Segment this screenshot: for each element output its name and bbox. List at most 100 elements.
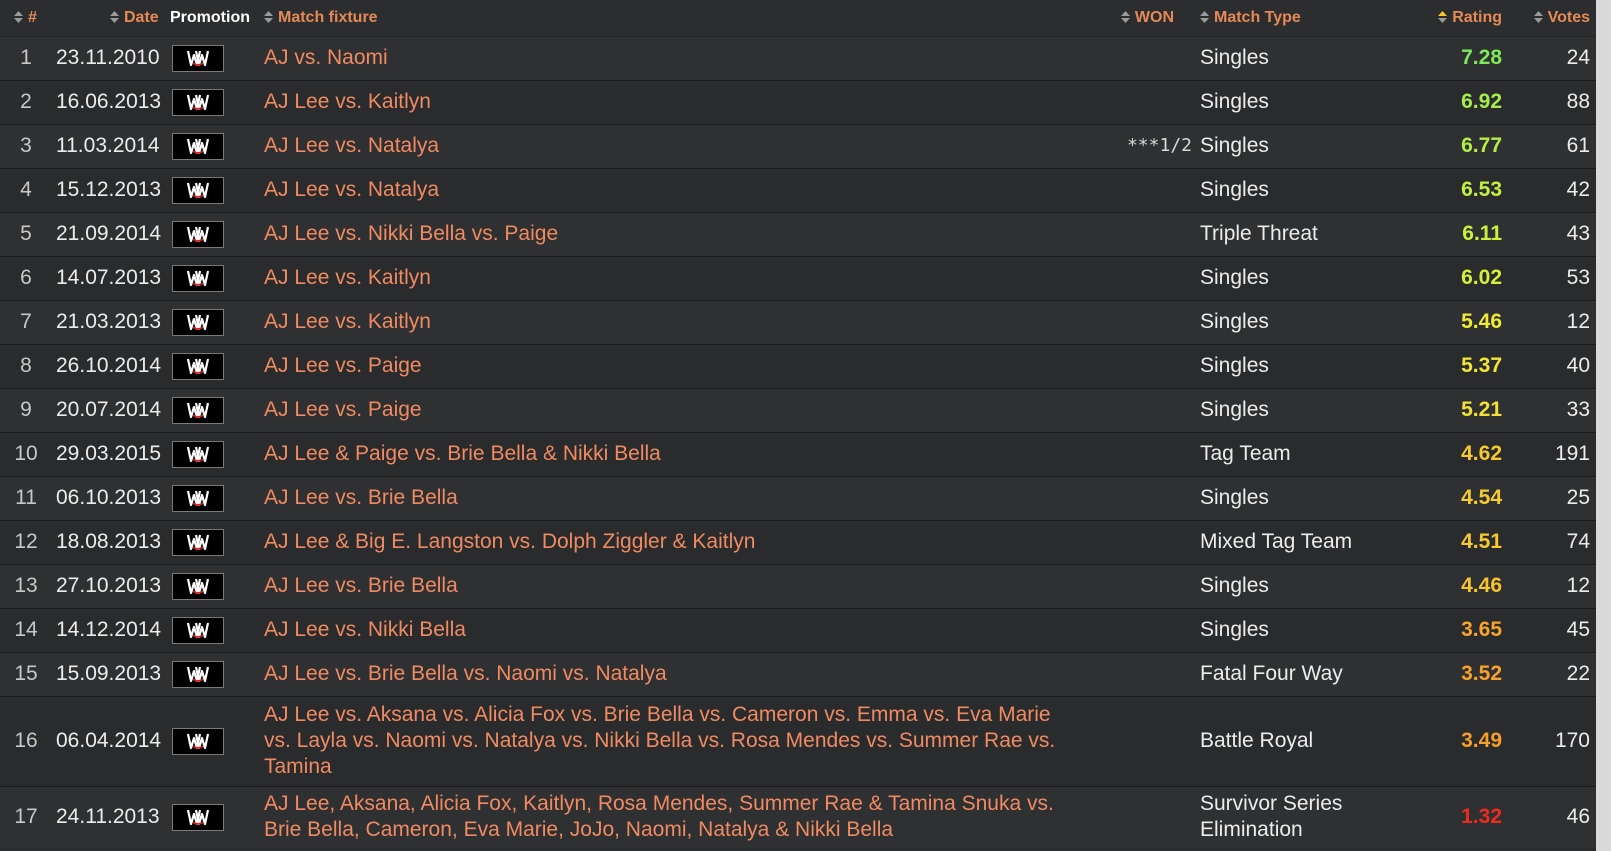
match-fixture-link[interactable]: AJ Lee vs. Paige	[260, 344, 1080, 388]
match-fixture-link[interactable]: AJ Lee vs. Natalya	[260, 124, 1080, 168]
match-type: Singles	[1200, 486, 1269, 509]
col-header-date-label: Date	[124, 8, 159, 26]
table-row[interactable]: 16 06.04.2014 AJ Lee vs. Aksana vs. Alic…	[0, 696, 1596, 786]
match-fixture-link[interactable]: AJ Lee vs. Brie Bella vs. Naomi vs. Nata…	[260, 652, 1080, 696]
col-header-fixture[interactable]: Match fixture	[260, 0, 1080, 37]
table-row[interactable]: 15 15.09.2013 AJ Lee vs. Brie Bella vs. …	[0, 652, 1596, 696]
col-header-num[interactable]: #	[0, 0, 52, 37]
sort-icon	[1120, 10, 1130, 23]
table-row[interactable]: 13 27.10.2013 AJ Lee vs. Brie Bella Sing…	[0, 564, 1596, 608]
wwe-logo-icon[interactable]	[172, 352, 224, 380]
wwe-logo-icon[interactable]	[172, 616, 224, 644]
wwe-logo-icon[interactable]	[172, 484, 224, 512]
row-number: 6	[20, 266, 32, 289]
col-header-type-label: Match Type	[1214, 8, 1301, 26]
promotion-cell	[166, 786, 260, 848]
wwe-logo-icon[interactable]	[172, 132, 224, 160]
table-row[interactable]: 11 06.10.2013 AJ Lee vs. Brie Bella Sing…	[0, 476, 1596, 520]
match-type: Singles	[1200, 354, 1269, 377]
match-fixture-link[interactable]: AJ Lee, Aksana, Alicia Fox, Kaitlyn, Ros…	[260, 786, 1080, 848]
match-date: 29.03.2015	[56, 442, 162, 465]
wwe-logo-icon[interactable]	[172, 440, 224, 468]
promotion-cell	[166, 520, 260, 564]
match-fixture-link[interactable]: AJ Lee vs. Kaitlyn	[260, 256, 1080, 300]
table-row[interactable]: 14 14.12.2014 AJ Lee vs. Nikki Bella Sin…	[0, 608, 1596, 652]
col-header-type[interactable]: Match Type	[1196, 0, 1410, 37]
won-rating	[1080, 564, 1196, 608]
won-rating	[1080, 786, 1196, 848]
wwe-logo-icon[interactable]	[172, 88, 224, 116]
match-date: 15.12.2013	[56, 178, 162, 201]
table-row[interactable]: 8 26.10.2014 AJ Lee vs. Paige Singles 5.…	[0, 344, 1596, 388]
wwe-logo-icon[interactable]	[172, 660, 224, 688]
match-table: # Date Promotion Match fixture WON Match…	[0, 0, 1596, 848]
match-fixture-link[interactable]: AJ Lee & Paige vs. Brie Bella & Nikki Be…	[260, 432, 1080, 476]
table-row[interactable]: 4 15.12.2013 AJ Lee vs. Natalya Singles …	[0, 168, 1596, 212]
match-fixture-link[interactable]: AJ Lee vs. Brie Bella	[260, 564, 1080, 608]
won-rating	[1080, 608, 1196, 652]
won-rating	[1080, 696, 1196, 786]
table-row[interactable]: 9 20.07.2014 AJ Lee vs. Paige Singles 5.…	[0, 388, 1596, 432]
col-header-num-label: #	[28, 8, 37, 26]
wwe-logo-icon[interactable]	[172, 528, 224, 556]
row-number: 5	[20, 222, 32, 245]
promotion-cell	[166, 388, 260, 432]
user-rating: 4.46	[1461, 574, 1502, 597]
wwe-logo-icon[interactable]	[172, 264, 224, 292]
match-date: 14.07.2013	[56, 266, 162, 289]
col-header-won[interactable]: WON	[1080, 0, 1196, 37]
col-header-date[interactable]: Date	[52, 0, 166, 37]
match-fixture-link[interactable]: AJ Lee & Big E. Langston vs. Dolph Ziggl…	[260, 520, 1080, 564]
row-number: 10	[14, 442, 38, 465]
table-row[interactable]: 10 29.03.2015 AJ Lee & Paige vs. Brie Be…	[0, 432, 1596, 476]
table-row[interactable]: 5 21.09.2014 AJ Lee vs. Nikki Bella vs. …	[0, 212, 1596, 256]
table-row[interactable]: 6 14.07.2013 AJ Lee vs. Kaitlyn Singles …	[0, 256, 1596, 300]
match-date: 15.09.2013	[56, 662, 162, 685]
wwe-logo-icon[interactable]	[172, 220, 224, 248]
match-date: 20.07.2014	[56, 398, 162, 421]
row-number: 9	[20, 398, 32, 421]
match-fixture-link[interactable]: AJ Lee vs. Brie Bella	[260, 476, 1080, 520]
match-fixture-link[interactable]: AJ Lee vs. Kaitlyn	[260, 80, 1080, 124]
scrollbar[interactable]	[1596, 0, 1611, 851]
table-row[interactable]: 2 16.06.2013 AJ Lee vs. Kaitlyn Singles …	[0, 80, 1596, 124]
table-row[interactable]: 17 24.11.2013 AJ Lee, Aksana, Alicia Fox…	[0, 786, 1596, 848]
match-fixture-link[interactable]: AJ Lee vs. Paige	[260, 388, 1080, 432]
wwe-logo-icon[interactable]	[172, 44, 224, 72]
match-fixture-link[interactable]: AJ Lee vs. Natalya	[260, 168, 1080, 212]
col-header-rating[interactable]: Rating	[1410, 0, 1510, 37]
row-number: 4	[20, 178, 32, 201]
match-fixture-link[interactable]: AJ Lee vs. Nikki Bella	[260, 608, 1080, 652]
match-fixture-link[interactable]: AJ Lee vs. Kaitlyn	[260, 300, 1080, 344]
col-header-rating-label: Rating	[1452, 8, 1502, 26]
match-type: Singles	[1200, 618, 1269, 641]
row-number: 16	[14, 729, 38, 752]
table-row[interactable]: 1 23.11.2010 AJ vs. Naomi Singles 7.28 2…	[0, 36, 1596, 80]
match-date: 06.04.2014	[56, 729, 162, 752]
vote-count: 170	[1554, 729, 1590, 752]
match-date: 21.03.2013	[56, 310, 162, 333]
match-fixture-link[interactable]: AJ Lee vs. Aksana vs. Alicia Fox vs. Bri…	[260, 696, 1080, 786]
table-row[interactable]: 12 18.08.2013 AJ Lee & Big E. Langston v…	[0, 520, 1596, 564]
promotion-cell	[166, 256, 260, 300]
table-row[interactable]: 7 21.03.2013 AJ Lee vs. Kaitlyn Singles …	[0, 300, 1596, 344]
row-number: 8	[20, 354, 32, 377]
match-type: Singles	[1200, 266, 1269, 289]
wwe-logo-icon[interactable]	[172, 396, 224, 424]
wwe-logo-icon[interactable]	[172, 727, 224, 755]
table-row[interactable]: 3 11.03.2014 AJ Lee vs. Natalya ***1/2 S…	[0, 124, 1596, 168]
wwe-logo-icon[interactable]	[172, 176, 224, 204]
match-fixture-link[interactable]: AJ vs. Naomi	[260, 36, 1080, 80]
wwe-logo-icon[interactable]	[172, 803, 224, 831]
match-table-container: # Date Promotion Match fixture WON Match…	[0, 0, 1596, 851]
row-number: 15	[14, 662, 38, 685]
row-number: 14	[14, 618, 38, 641]
won-rating	[1080, 80, 1196, 124]
sort-icon	[1533, 10, 1543, 23]
match-fixture-link[interactable]: AJ Lee vs. Nikki Bella vs. Paige	[260, 212, 1080, 256]
col-header-votes[interactable]: Votes	[1510, 0, 1596, 37]
vote-count: 12	[1566, 574, 1590, 597]
promotion-cell	[166, 300, 260, 344]
wwe-logo-icon[interactable]	[172, 572, 224, 600]
wwe-logo-icon[interactable]	[172, 308, 224, 336]
